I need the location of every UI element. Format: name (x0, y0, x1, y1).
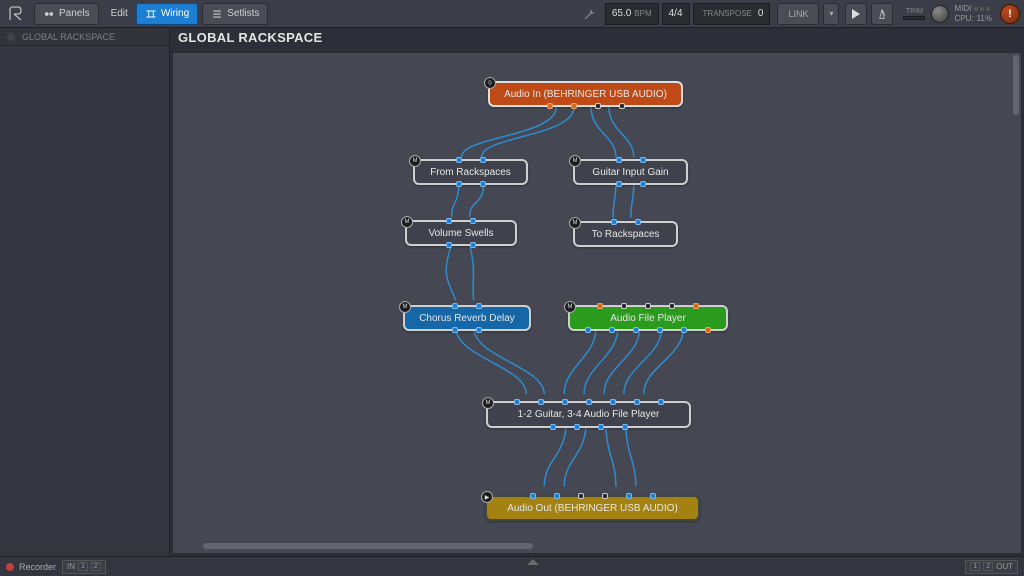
gear-icon[interactable] (6, 32, 16, 42)
cpu-label: CPU: (954, 14, 973, 24)
node-label: Guitar Input Gain (592, 167, 668, 178)
transpose-label: TRANSPOSE (703, 9, 752, 18)
bpm-value: 65.0 (612, 8, 631, 19)
in-label: IN (67, 562, 75, 571)
wiring-label: Wiring (161, 8, 189, 19)
status-meters: MIDI CPU: 11% (954, 4, 992, 23)
tempo-dropdown[interactable]: ▾ (823, 3, 839, 25)
wiring-button[interactable]: Wiring (136, 3, 198, 25)
node-chorus-reverb-delay[interactable]: M Chorus Reverb Delay (403, 305, 531, 331)
timesig-value: 4/4 (669, 8, 683, 19)
node-label: Audio File Player (610, 313, 686, 324)
wiring-icon (145, 8, 157, 20)
alert-badge[interactable]: ! (1000, 4, 1020, 24)
master-knob[interactable] (931, 5, 949, 23)
bypass-icon: ⦸ (484, 77, 496, 89)
page-title: GLOBAL RACKSPACE (170, 28, 1024, 52)
in-ch-2: 2 (91, 562, 101, 571)
edit-button[interactable]: Edit (103, 3, 136, 25)
trim-control[interactable]: TRIM (903, 8, 925, 20)
tempo-field[interactable]: 65.0 BPM (605, 3, 659, 25)
output-channels[interactable]: 1 2 OUT (965, 560, 1018, 574)
node-label: Chorus Reverb Delay (419, 313, 515, 324)
link-button[interactable]: LINK (777, 3, 819, 25)
bpm-unit: BPM (634, 9, 651, 18)
app-logo[interactable] (4, 2, 28, 26)
node-mixer[interactable]: M 1-2 Guitar, 3-4 Audio File Player (486, 401, 691, 428)
node-guitar-input-gain[interactable]: M Guitar Input Gain (573, 159, 688, 185)
node-audio-in[interactable]: ⦸ Audio In (BEHRINGER USB AUDIO) (488, 81, 683, 107)
node-label: Audio Out (BEHRINGER USB AUDIO) (507, 503, 678, 514)
setlists-button[interactable]: Setlists (202, 3, 268, 25)
edit-label: Edit (111, 8, 128, 19)
record-indicator-icon[interactable] (6, 563, 14, 571)
node-label: Audio In (BEHRINGER USB AUDIO) (504, 89, 667, 100)
in-ch-1: 1 (78, 562, 88, 571)
transpose-field[interactable]: TRANSPOSE 0 (693, 3, 771, 25)
panels-button[interactable]: Panels (34, 3, 99, 25)
cpu-value: 11% (977, 14, 992, 24)
out-ch-2: 2 (983, 562, 993, 571)
node-audio-out[interactable]: ▶ Audio Out (BEHRINGER USB AUDIO) (485, 495, 700, 521)
node-audio-file-player[interactable]: M Audio File Player (568, 305, 728, 331)
setlists-label: Setlists (227, 8, 259, 19)
transpose-value: 0 (758, 8, 764, 19)
metronome-button[interactable] (871, 3, 893, 25)
node-volume-swells[interactable]: M Volume Swells (405, 220, 517, 246)
play-button[interactable] (845, 3, 867, 25)
midi-label: MIDI (954, 4, 971, 14)
node-label: 1-2 Guitar, 3-4 Audio File Player (518, 409, 660, 420)
node-to-rackspaces[interactable]: M To Rackspaces (573, 221, 678, 247)
node-label: From Rackspaces (430, 167, 511, 178)
timesig-field[interactable]: 4/4 (662, 3, 690, 25)
play-icon (851, 9, 861, 19)
trim-label: TRIM (906, 8, 923, 15)
left-header[interactable]: GLOBAL RACKSPACE (22, 32, 115, 42)
input-channels[interactable]: IN 1 2 (62, 560, 106, 574)
node-from-rackspaces[interactable]: M From Rackspaces (413, 159, 528, 185)
recorder-label[interactable]: Recorder (19, 562, 56, 572)
out-label: OUT (996, 562, 1013, 571)
node-label: Volume Swells (428, 228, 493, 239)
wiring-canvas[interactable]: ⦸ Audio In (BEHRINGER USB AUDIO) M From … (172, 52, 1022, 554)
wrench-icon[interactable] (583, 7, 597, 21)
horizontal-scrollbar[interactable] (203, 543, 533, 549)
panels-icon (43, 8, 55, 20)
expand-up-icon[interactable] (527, 559, 539, 565)
panels-label: Panels (59, 8, 90, 19)
setlists-icon (211, 8, 223, 20)
trim-meter (903, 16, 925, 20)
node-label: To Rackspaces (592, 229, 660, 240)
metronome-icon (876, 8, 888, 20)
out-ch-1: 1 (970, 562, 980, 571)
